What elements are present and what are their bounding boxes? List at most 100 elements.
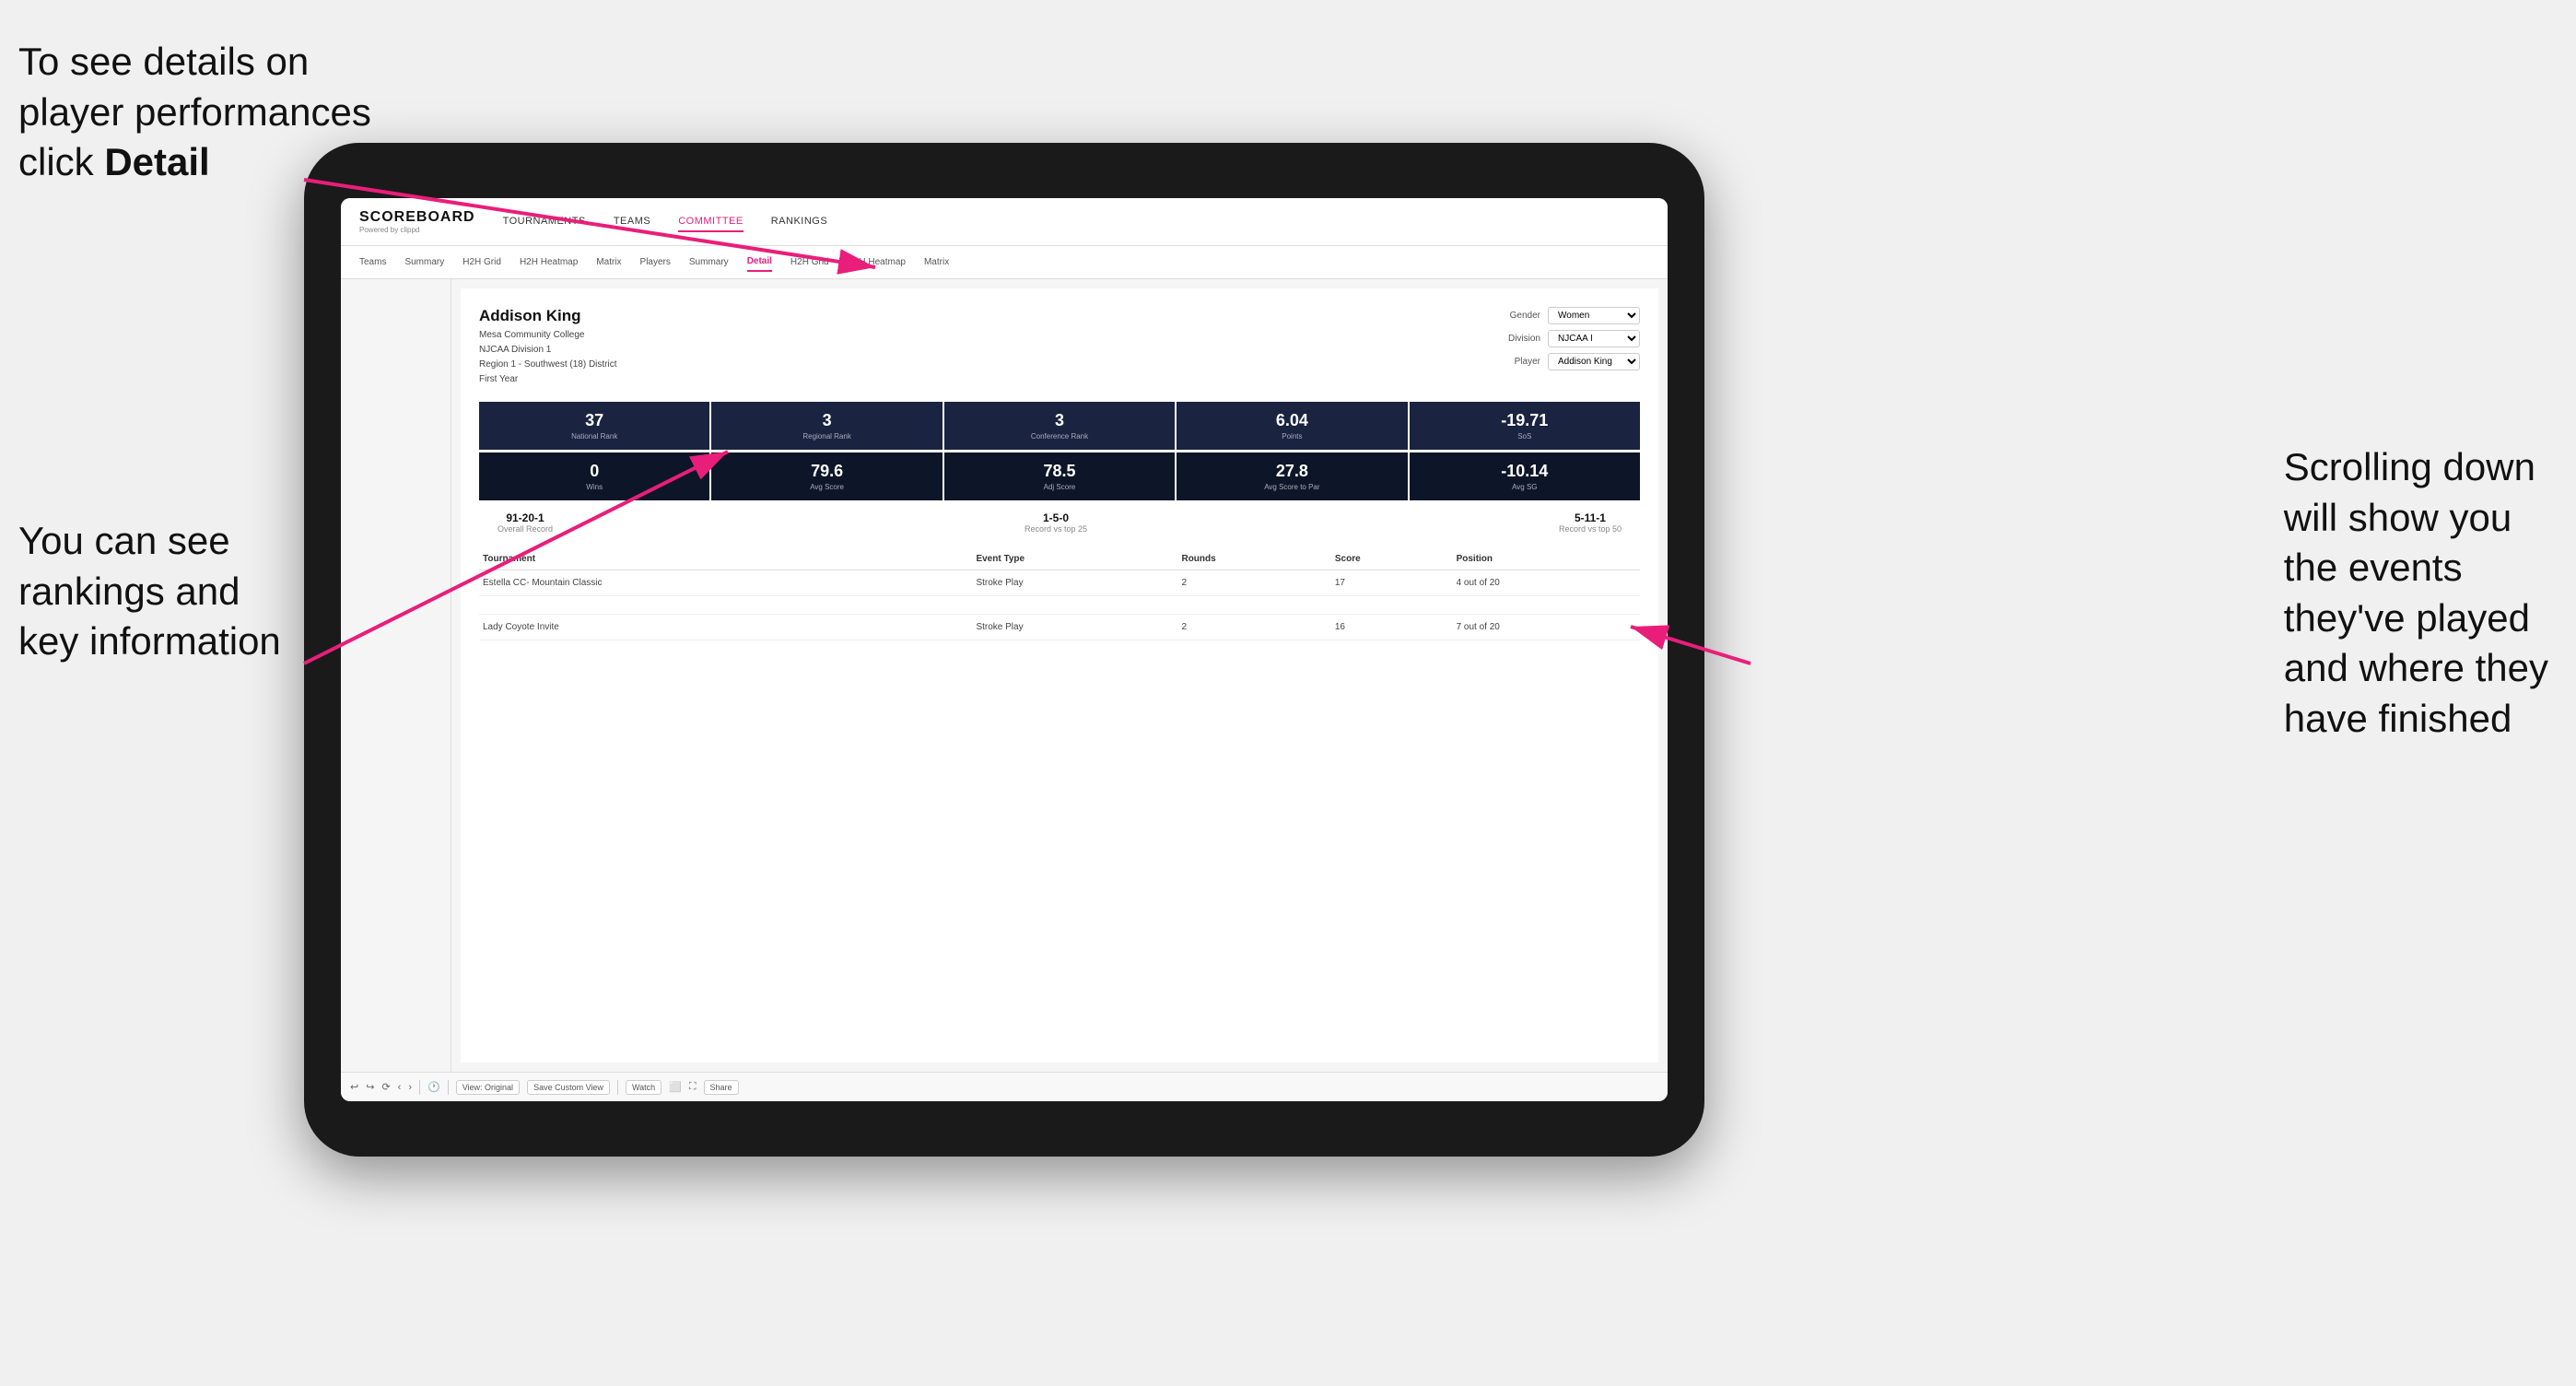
annotation-r-line5: and where they	[2284, 646, 2548, 689]
row1-empty	[945, 570, 972, 596]
col-empty	[945, 548, 972, 570]
annotation-bl-line3: key information	[18, 619, 281, 663]
stat-wins: 0 Wins	[479, 452, 709, 500]
logo-title: SCOREBOARD	[359, 209, 475, 226]
nav-tournaments[interactable]: TOURNAMENTS	[503, 212, 586, 232]
stat-conference-rank-value: 3	[950, 411, 1169, 430]
watch-button[interactable]: Watch	[626, 1080, 662, 1095]
row2-tournament: Lady Coyote Invite	[479, 615, 945, 640]
gender-filter-row: Gender Women	[1510, 307, 1640, 324]
stat-national-rank-value: 37	[485, 411, 704, 430]
top-nav-items: TOURNAMENTS TEAMS COMMITTEE RANKINGS	[503, 212, 828, 232]
nav-rankings[interactable]: RANKINGS	[771, 212, 827, 232]
toolbar-separator	[419, 1080, 420, 1095]
player-label: Player	[1515, 357, 1540, 367]
subnav-h2h-grid1[interactable]: H2H Grid	[463, 253, 501, 271]
col-rounds: Rounds	[1177, 548, 1330, 570]
player-division: NJCAA Division 1	[479, 343, 617, 358]
row2-score: 16	[1331, 615, 1453, 640]
player-region: Region 1 - Southwest (18) District	[479, 358, 617, 372]
tournament-table: Tournament Event Type Rounds Score Posit…	[479, 548, 1640, 640]
record-top25-label: Record vs top 25	[1025, 524, 1087, 534]
subnav-summary2[interactable]: Summary	[689, 253, 729, 271]
stat-adj-score-label: Adj Score	[950, 483, 1169, 491]
subnav-h2h-grid2[interactable]: H2H Grid	[790, 253, 829, 271]
subnav-summary1[interactable]: Summary	[404, 253, 444, 271]
annotation-r-line1: Scrolling down	[2284, 445, 2535, 488]
tablet-frame: SCOREBOARD Powered by clippd TOURNAMENTS…	[304, 143, 1704, 1157]
redo-icon[interactable]: ↪	[366, 1081, 374, 1093]
stat-national-rank-label: National Rank	[485, 432, 704, 440]
row1-event-type: Stroke Play	[972, 570, 1177, 596]
save-custom-view-button[interactable]: Save Custom View	[527, 1080, 610, 1095]
stat-avg-score-label: Avg Score	[717, 483, 936, 491]
annotation-r-line6: have finished	[2284, 697, 2512, 740]
player-school: Mesa Community College	[479, 328, 617, 343]
stat-regional-rank-value: 3	[717, 411, 936, 430]
player-year: First Year	[479, 372, 617, 387]
top-nav: SCOREBOARD Powered by clippd TOURNAMENTS…	[341, 198, 1668, 246]
forward-icon[interactable]: ›	[408, 1082, 412, 1093]
bottom-toolbar: ↩ ↪ ⟳ ‹ › 🕐 View: Original Save Custom V…	[341, 1072, 1668, 1101]
content-panel: Addison King Mesa Community College NJCA…	[461, 288, 1658, 1063]
nav-committee[interactable]: COMMITTEE	[678, 212, 744, 232]
stat-adj-score: 78.5 Adj Score	[944, 452, 1175, 500]
refresh-icon[interactable]: ⟳	[381, 1081, 390, 1093]
toolbar-separator2	[448, 1080, 449, 1095]
record-overall: 91-20-1 Overall Record	[498, 511, 553, 534]
stat-wins-value: 0	[485, 462, 704, 481]
annotation-bl-line2: rankings and	[18, 570, 240, 613]
division-select[interactable]: NJCAA I	[1548, 330, 1640, 347]
tablet-screen: SCOREBOARD Powered by clippd TOURNAMENTS…	[341, 198, 1668, 1101]
table-row: Lady Coyote Invite Stroke Play 2 16 7 ou…	[479, 615, 1640, 640]
row1-position: 4 out of 20	[1453, 570, 1640, 596]
back-icon[interactable]: ‹	[398, 1082, 402, 1093]
stat-adj-score-value: 78.5	[950, 462, 1169, 481]
player-filter-row: Player Addison King	[1515, 353, 1640, 370]
clock-icon[interactable]: 🕐	[427, 1081, 440, 1093]
row2-position: 7 out of 20	[1453, 615, 1640, 640]
record-overall-value: 91-20-1	[498, 511, 553, 524]
annotation-tl-line3-prefix: click	[18, 140, 104, 183]
nav-teams[interactable]: TEAMS	[614, 212, 650, 232]
player-header: Addison King Mesa Community College NJCA…	[479, 307, 1640, 387]
division-filter-row: Division NJCAA I	[1508, 330, 1640, 347]
logo-subtitle: Powered by clippd	[359, 226, 475, 234]
main-content: Addison King Mesa Community College NJCA…	[341, 279, 1668, 1072]
stat-avg-sg-value: -10.14	[1415, 462, 1634, 481]
view-original-button[interactable]: View: Original	[456, 1080, 520, 1095]
annotation-bl-line1: You can see	[18, 519, 230, 562]
stats-row-1: 37 National Rank 3 Regional Rank 3 Confe…	[479, 402, 1640, 450]
subnav-detail[interactable]: Detail	[747, 253, 772, 272]
screen-icon[interactable]: ⬜	[669, 1081, 682, 1093]
annotation-bottom-left: You can see rankings and key information	[18, 516, 281, 667]
row1-tournament: Estella CC- Mountain Classic	[479, 570, 945, 596]
expand-icon[interactable]: ⛶	[689, 1081, 697, 1093]
gender-select[interactable]: Women	[1548, 307, 1640, 324]
subnav-h2h-heatmap1[interactable]: H2H Heatmap	[520, 253, 578, 271]
table-row: Estella CC- Mountain Classic Stroke Play…	[479, 570, 1640, 596]
undo-icon[interactable]: ↩	[350, 1081, 358, 1093]
gender-label: Gender	[1510, 311, 1540, 321]
share-button[interactable]: Share	[704, 1080, 739, 1095]
annotation-r-line3: the events	[2284, 546, 2463, 589]
record-top50-label: Record vs top 50	[1559, 524, 1622, 534]
records-row: 91-20-1 Overall Record 1-5-0 Record vs t…	[479, 511, 1640, 534]
stat-avg-score-to-par-value: 27.8	[1182, 462, 1401, 481]
row2-empty	[945, 615, 972, 640]
stat-avg-sg-label: Avg SG	[1415, 483, 1634, 491]
subnav-players[interactable]: Players	[640, 253, 671, 271]
stat-sos-label: SoS	[1415, 432, 1634, 440]
row1-score: 17	[1331, 570, 1453, 596]
left-panel	[341, 279, 451, 1072]
subnav-h2h-heatmap2[interactable]: H2H Heatmap	[848, 253, 906, 271]
player-select[interactable]: Addison King	[1548, 353, 1640, 370]
subnav-matrix2[interactable]: Matrix	[924, 253, 949, 271]
subnav-matrix1[interactable]: Matrix	[596, 253, 621, 271]
record-overall-label: Overall Record	[498, 524, 553, 534]
division-label: Division	[1508, 334, 1540, 344]
stat-sos: -19.71 SoS	[1410, 402, 1640, 450]
subnav-teams[interactable]: Teams	[359, 253, 386, 271]
stat-avg-score-value: 79.6	[717, 462, 936, 481]
stat-regional-rank-label: Regional Rank	[717, 432, 936, 440]
